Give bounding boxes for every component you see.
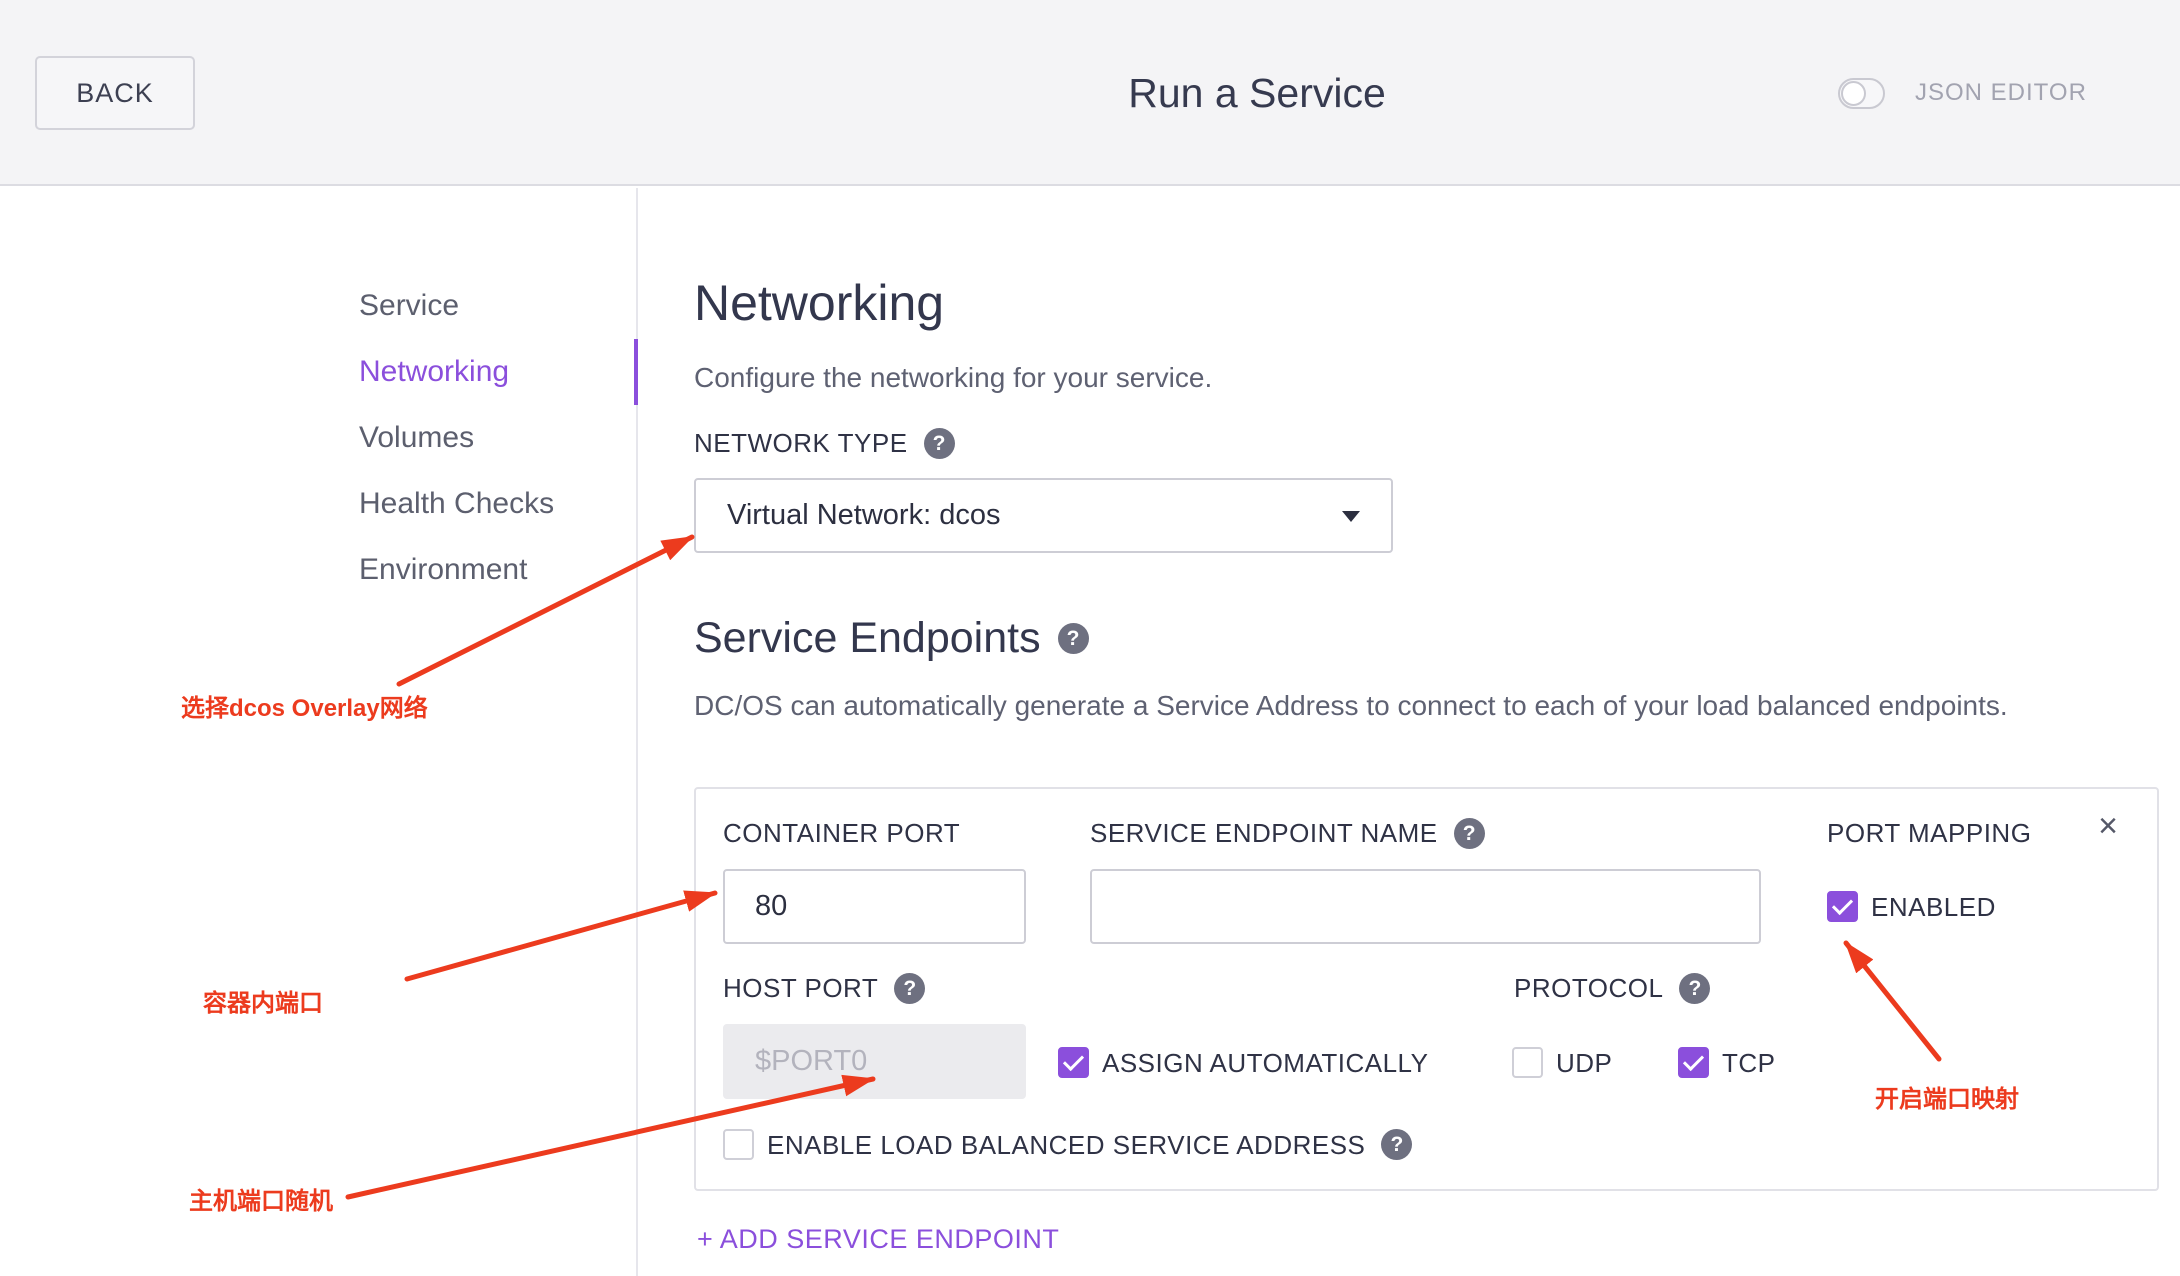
protocol-udp-label: UDP	[1556, 1047, 1613, 1078]
host-port-label-row: HOST PORT ?	[723, 972, 926, 1004]
help-icon[interactable]: ?	[1679, 972, 1711, 1004]
network-type-label: NETWORK TYPE	[694, 428, 908, 458]
host-port-input	[723, 1024, 1026, 1099]
sidebar-item-networking[interactable]: Networking	[359, 339, 638, 405]
port-mapping-enabled-label: ENABLED	[1871, 891, 1996, 922]
page-title: Run a Service	[1128, 70, 1386, 116]
sidebar-item-volumes[interactable]: Volumes	[359, 405, 638, 471]
port-mapping-label: PORT MAPPING	[1827, 818, 2032, 848]
sidebar-nav: Service Networking Volumes Health Checks…	[359, 273, 638, 603]
assign-automatically-label: ASSIGN AUTOMATICALLY	[1102, 1047, 1429, 1078]
annotation-label-container-port: 容器内端口	[203, 990, 323, 1017]
service-endpoints-heading: Service Endpoints	[694, 614, 1041, 662]
section-heading: Networking	[694, 275, 945, 331]
sidebar-item-service[interactable]: Service	[359, 273, 638, 339]
assign-automatically-row[interactable]: ASSIGN AUTOMATICALLY	[1058, 1047, 1428, 1078]
sidebar-item-environment[interactable]: Environment	[359, 537, 638, 603]
caret-down-icon	[1342, 511, 1360, 522]
endpoint-name-input[interactable]	[1090, 869, 1761, 944]
network-type-value: Virtual Network: dcos	[727, 499, 1001, 531]
add-service-endpoint-button[interactable]: + ADD SERVICE ENDPOINT	[697, 1222, 1059, 1256]
endpoint-name-label: SERVICE ENDPOINT NAME	[1090, 818, 1438, 848]
endpoint-name-label-row: SERVICE ENDPOINT NAME ?	[1090, 817, 1485, 849]
help-icon[interactable]: ?	[1453, 817, 1485, 849]
sidebar-item-health-checks[interactable]: Health Checks	[359, 471, 638, 537]
help-icon[interactable]: ?	[923, 427, 955, 459]
service-endpoints-description: DC/OS can automatically generate a Servi…	[694, 690, 2008, 721]
toggle-knob	[1841, 81, 1866, 106]
back-button[interactable]: BACK	[35, 56, 195, 130]
assign-automatically-checkbox[interactable]	[1058, 1047, 1089, 1078]
port-mapping-checkbox-row[interactable]: ENABLED	[1827, 891, 1996, 922]
service-endpoint-card: CONTAINER PORT SERVICE ENDPOINT NAME ? P…	[694, 787, 2159, 1191]
annotation-arrow-container-port	[404, 890, 718, 982]
load-balanced-label: ENABLE LOAD BALANCED SERVICE ADDRESS	[767, 1129, 1366, 1160]
help-icon[interactable]: ?	[1057, 622, 1089, 654]
network-type-label-row: NETWORK TYPE ?	[694, 427, 955, 459]
protocol-udp-checkbox[interactable]	[1512, 1047, 1543, 1078]
protocol-label: PROTOCOL	[1514, 973, 1664, 1003]
close-icon[interactable]: ×	[2088, 806, 2128, 846]
protocol-tcp-label: TCP	[1722, 1047, 1776, 1078]
annotation-label-network: 选择dcos Overlay网络	[181, 695, 428, 722]
json-editor-label[interactable]: JSON EDITOR	[1915, 78, 2087, 108]
protocol-udp-row[interactable]: UDP	[1512, 1047, 1612, 1078]
protocol-tcp-row[interactable]: TCP	[1678, 1047, 1776, 1078]
network-type-select[interactable]: Virtual Network: dcos	[694, 478, 1393, 553]
load-balanced-checkbox[interactable]	[723, 1129, 754, 1160]
page-header: BACK Run a Service JSON EDITOR	[0, 0, 2180, 186]
protocol-tcp-checkbox[interactable]	[1678, 1047, 1709, 1078]
container-port-label-row: CONTAINER PORT	[723, 817, 960, 849]
port-mapping-label-row: PORT MAPPING	[1827, 817, 2031, 849]
annotation-label-host-port: 主机端口随机	[189, 1188, 333, 1215]
protocol-label-row: PROTOCOL ?	[1514, 972, 1711, 1004]
port-mapping-checkbox[interactable]	[1827, 891, 1858, 922]
container-port-input[interactable]	[723, 869, 1026, 944]
container-port-label: CONTAINER PORT	[723, 818, 961, 848]
service-endpoints-heading-row: Service Endpoints ?	[694, 612, 1089, 664]
annotation-label-port-mapping: 开启端口映射	[1875, 1086, 2019, 1113]
help-icon[interactable]: ?	[894, 972, 926, 1004]
json-editor-toggle[interactable]	[1838, 78, 1885, 109]
host-port-label: HOST PORT	[723, 973, 879, 1003]
help-icon[interactable]: ?	[1381, 1129, 1413, 1160]
load-balanced-row[interactable]: ENABLE LOAD BALANCED SERVICE ADDRESS ?	[723, 1129, 1413, 1160]
section-description: Configure the networking for your servic…	[694, 362, 1213, 393]
